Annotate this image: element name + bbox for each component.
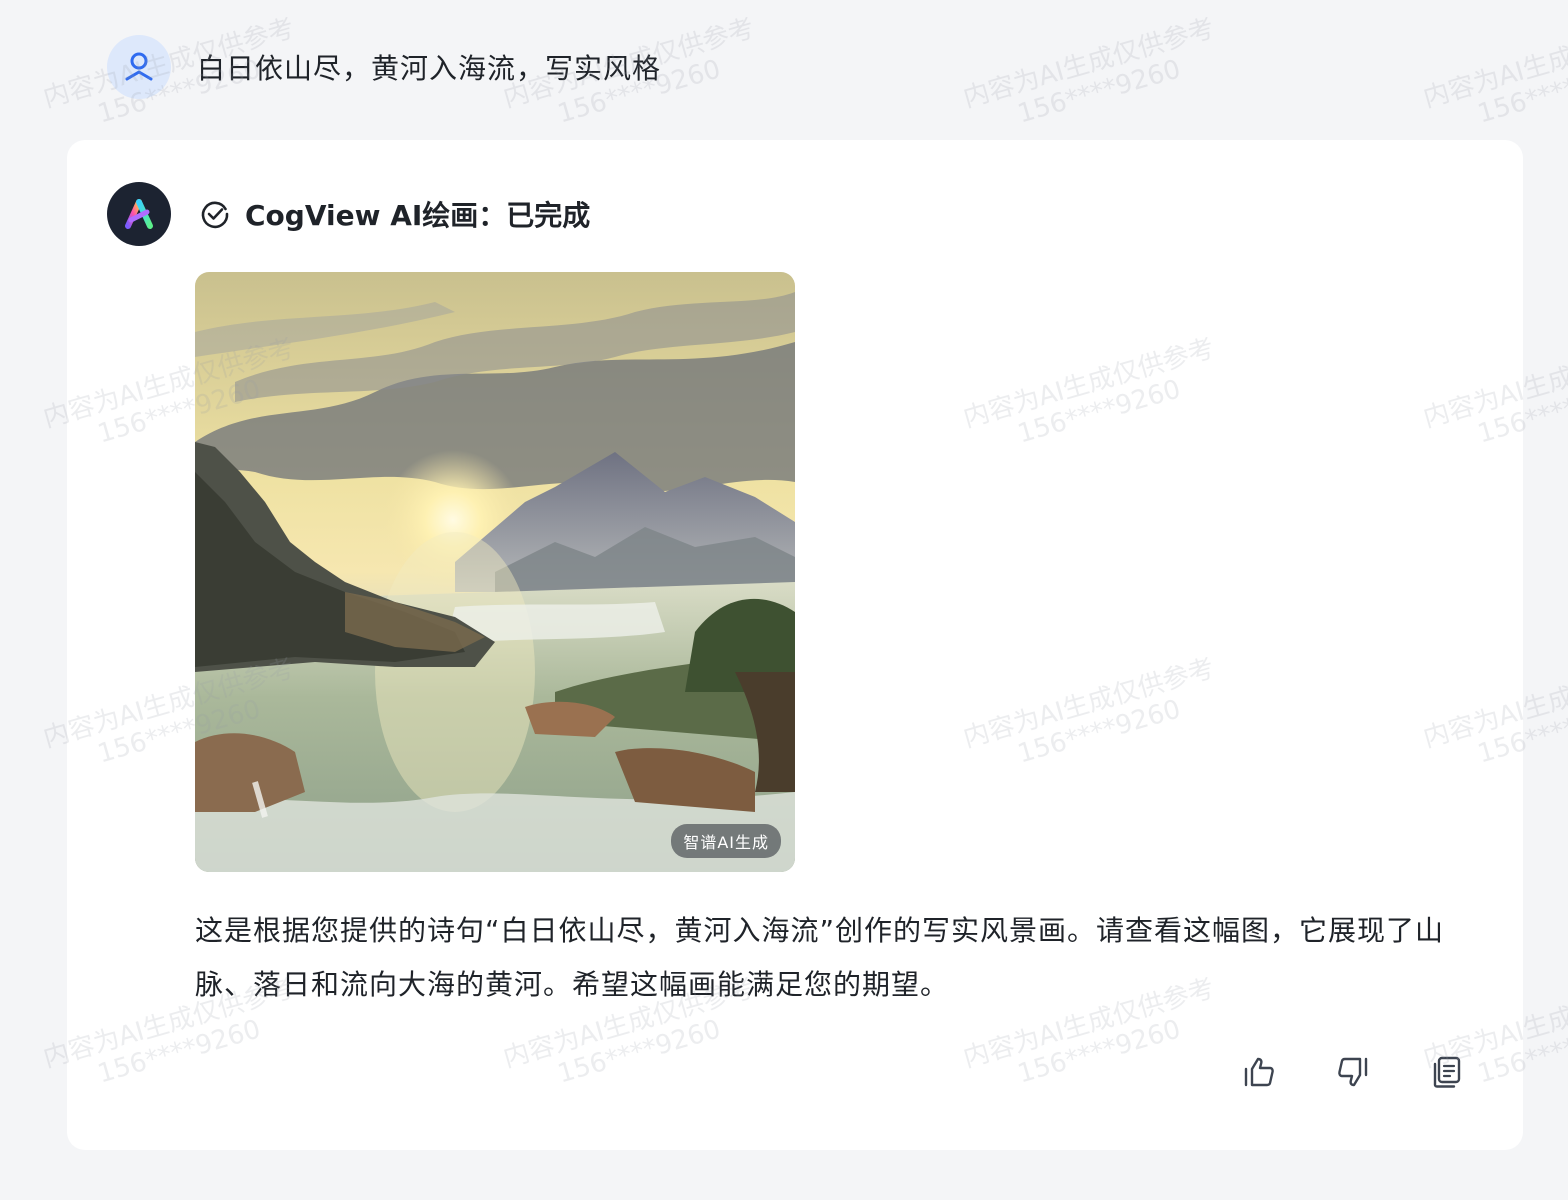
dislike-button[interactable]	[1335, 1054, 1371, 1090]
answer-card: CogView AI绘画：已完成 智谱AI生成 这是根据您提供的诗句“白日依山尽…	[67, 140, 1523, 1150]
chat-page: 白日依山尽，黄河入海流，写实风格 CogView AI绘画：已完成 智谱AI生成…	[0, 0, 1568, 1200]
user-message-text: 白日依山尽，黄河入海流，写实风格	[197, 52, 662, 85]
bot-avatar	[107, 182, 171, 246]
copy-button[interactable]	[1429, 1054, 1465, 1090]
watermark: 内容为AI生成仅供参考156****9260	[960, 13, 1218, 130]
user-icon	[125, 52, 153, 81]
check-circle-icon	[201, 201, 229, 229]
copy-icon	[1433, 1056, 1461, 1088]
like-button[interactable]	[1241, 1054, 1277, 1090]
user-avatar	[107, 35, 171, 99]
ai-generated-badge: 智谱AI生成	[671, 824, 781, 858]
status-text: CogView AI绘画：已完成	[245, 199, 591, 232]
generation-status: CogView AI绘画：已完成	[199, 194, 590, 234]
zhipu-logo-icon	[125, 199, 153, 229]
generated-image[interactable]: 智谱AI生成	[195, 272, 795, 872]
feedback-actions	[1241, 1054, 1465, 1090]
thumbs-up-icon	[1244, 1057, 1274, 1087]
thumbs-down-icon	[1338, 1057, 1368, 1087]
answer-text: 这是根据您提供的诗句“白日依山尽，黄河入海流”创作的写实风景画。请查看这幅图，它…	[195, 914, 1445, 1001]
user-message: 白日依山尽，黄河入海流，写实风格	[107, 35, 661, 99]
landscape-painting	[195, 272, 795, 872]
watermark: 内容为AI生成仅供参考156****9260	[1420, 13, 1568, 130]
